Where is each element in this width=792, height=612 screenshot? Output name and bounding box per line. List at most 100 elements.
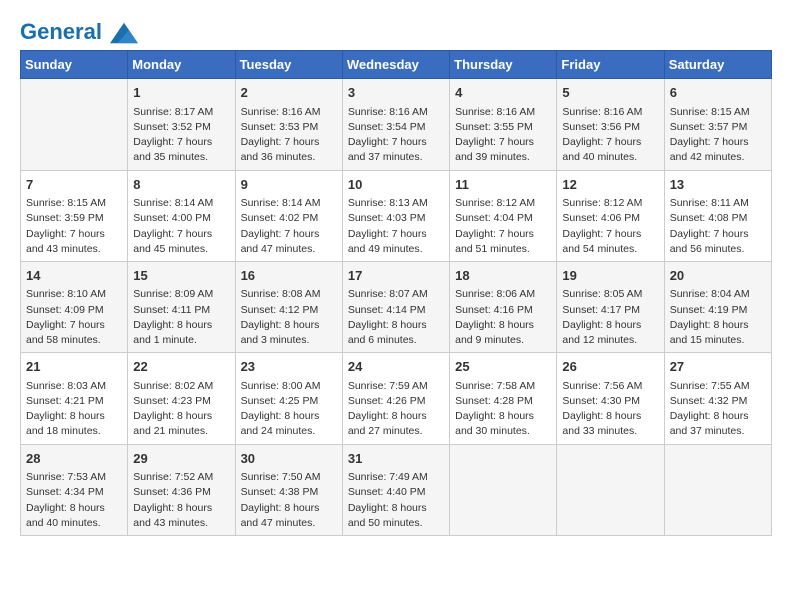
day-number: 23 [241,357,337,377]
day-info: Sunrise: 7:58 AMSunset: 4:28 PMDaylight:… [455,379,551,440]
calendar-cell: 9Sunrise: 8:14 AMSunset: 4:02 PMDaylight… [235,170,342,261]
calendar-cell: 5Sunrise: 8:16 AMSunset: 3:56 PMDaylight… [557,79,664,170]
day-number: 13 [670,175,766,195]
day-number: 11 [455,175,551,195]
calendar-cell: 3Sunrise: 8:16 AMSunset: 3:54 PMDaylight… [342,79,449,170]
day-info: Sunrise: 8:00 AMSunset: 4:25 PMDaylight:… [241,379,337,440]
calendar-cell: 22Sunrise: 8:02 AMSunset: 4:23 PMDayligh… [128,353,235,444]
day-number: 4 [455,83,551,103]
day-number: 2 [241,83,337,103]
day-info: Sunrise: 8:14 AMSunset: 4:02 PMDaylight:… [241,196,337,257]
page-header: General [20,20,772,40]
calendar-cell: 15Sunrise: 8:09 AMSunset: 4:11 PMDayligh… [128,261,235,352]
calendar-cell: 1Sunrise: 8:17 AMSunset: 3:52 PMDaylight… [128,79,235,170]
calendar-cell: 17Sunrise: 8:07 AMSunset: 4:14 PMDayligh… [342,261,449,352]
day-info: Sunrise: 7:50 AMSunset: 4:38 PMDaylight:… [241,470,337,531]
calendar-table: SundayMondayTuesdayWednesdayThursdayFrid… [20,50,772,536]
day-info: Sunrise: 7:53 AMSunset: 4:34 PMDaylight:… [26,470,122,531]
day-number: 21 [26,357,122,377]
day-info: Sunrise: 8:15 AMSunset: 3:59 PMDaylight:… [26,196,122,257]
day-info: Sunrise: 8:16 AMSunset: 3:54 PMDaylight:… [348,105,444,166]
calendar-cell: 16Sunrise: 8:08 AMSunset: 4:12 PMDayligh… [235,261,342,352]
day-number: 19 [562,266,658,286]
week-row-5: 28Sunrise: 7:53 AMSunset: 4:34 PMDayligh… [21,444,772,535]
day-number: 29 [133,449,229,469]
week-row-4: 21Sunrise: 8:03 AMSunset: 4:21 PMDayligh… [21,353,772,444]
day-info: Sunrise: 7:59 AMSunset: 4:26 PMDaylight:… [348,379,444,440]
calendar-cell: 21Sunrise: 8:03 AMSunset: 4:21 PMDayligh… [21,353,128,444]
calendar-cell: 26Sunrise: 7:56 AMSunset: 4:30 PMDayligh… [557,353,664,444]
calendar-cell: 28Sunrise: 7:53 AMSunset: 4:34 PMDayligh… [21,444,128,535]
calendar-cell: 7Sunrise: 8:15 AMSunset: 3:59 PMDaylight… [21,170,128,261]
day-number: 26 [562,357,658,377]
day-info: Sunrise: 8:14 AMSunset: 4:00 PMDaylight:… [133,196,229,257]
calendar-cell: 24Sunrise: 7:59 AMSunset: 4:26 PMDayligh… [342,353,449,444]
day-number: 1 [133,83,229,103]
calendar-cell: 6Sunrise: 8:15 AMSunset: 3:57 PMDaylight… [664,79,771,170]
calendar-cell [557,444,664,535]
day-number: 27 [670,357,766,377]
week-row-2: 7Sunrise: 8:15 AMSunset: 3:59 PMDaylight… [21,170,772,261]
calendar-cell [664,444,771,535]
calendar-cell: 23Sunrise: 8:00 AMSunset: 4:25 PMDayligh… [235,353,342,444]
day-info: Sunrise: 8:13 AMSunset: 4:03 PMDaylight:… [348,196,444,257]
day-info: Sunrise: 7:55 AMSunset: 4:32 PMDaylight:… [670,379,766,440]
day-header-tuesday: Tuesday [235,51,342,79]
logo: General [20,20,138,40]
day-info: Sunrise: 8:10 AMSunset: 4:09 PMDaylight:… [26,287,122,348]
calendar-cell: 25Sunrise: 7:58 AMSunset: 4:28 PMDayligh… [450,353,557,444]
day-number: 18 [455,266,551,286]
calendar-cell: 4Sunrise: 8:16 AMSunset: 3:55 PMDaylight… [450,79,557,170]
day-info: Sunrise: 8:16 AMSunset: 3:53 PMDaylight:… [241,105,337,166]
calendar-cell: 2Sunrise: 8:16 AMSunset: 3:53 PMDaylight… [235,79,342,170]
day-header-monday: Monday [128,51,235,79]
day-info: Sunrise: 8:02 AMSunset: 4:23 PMDaylight:… [133,379,229,440]
day-info: Sunrise: 7:56 AMSunset: 4:30 PMDaylight:… [562,379,658,440]
day-info: Sunrise: 8:15 AMSunset: 3:57 PMDaylight:… [670,105,766,166]
day-number: 15 [133,266,229,286]
day-number: 5 [562,83,658,103]
day-header-sunday: Sunday [21,51,128,79]
calendar-cell: 10Sunrise: 8:13 AMSunset: 4:03 PMDayligh… [342,170,449,261]
day-number: 14 [26,266,122,286]
calendar-cell: 12Sunrise: 8:12 AMSunset: 4:06 PMDayligh… [557,170,664,261]
day-number: 10 [348,175,444,195]
day-number: 30 [241,449,337,469]
day-header-thursday: Thursday [450,51,557,79]
day-number: 3 [348,83,444,103]
day-number: 7 [26,175,122,195]
day-header-friday: Friday [557,51,664,79]
day-info: Sunrise: 8:16 AMSunset: 3:55 PMDaylight:… [455,105,551,166]
calendar-cell: 11Sunrise: 8:12 AMSunset: 4:04 PMDayligh… [450,170,557,261]
day-number: 20 [670,266,766,286]
calendar-cell: 19Sunrise: 8:05 AMSunset: 4:17 PMDayligh… [557,261,664,352]
calendar-cell: 14Sunrise: 8:10 AMSunset: 4:09 PMDayligh… [21,261,128,352]
logo-icon [110,22,138,44]
day-info: Sunrise: 7:52 AMSunset: 4:36 PMDaylight:… [133,470,229,531]
day-number: 31 [348,449,444,469]
day-number: 17 [348,266,444,286]
day-info: Sunrise: 8:04 AMSunset: 4:19 PMDaylight:… [670,287,766,348]
calendar-cell: 8Sunrise: 8:14 AMSunset: 4:00 PMDaylight… [128,170,235,261]
day-info: Sunrise: 8:05 AMSunset: 4:17 PMDaylight:… [562,287,658,348]
day-number: 12 [562,175,658,195]
day-number: 6 [670,83,766,103]
day-info: Sunrise: 8:17 AMSunset: 3:52 PMDaylight:… [133,105,229,166]
day-header-saturday: Saturday [664,51,771,79]
calendar-cell: 31Sunrise: 7:49 AMSunset: 4:40 PMDayligh… [342,444,449,535]
day-number: 8 [133,175,229,195]
calendar-body: 1Sunrise: 8:17 AMSunset: 3:52 PMDaylight… [21,79,772,536]
calendar-cell: 18Sunrise: 8:06 AMSunset: 4:16 PMDayligh… [450,261,557,352]
day-info: Sunrise: 8:03 AMSunset: 4:21 PMDaylight:… [26,379,122,440]
calendar-cell: 27Sunrise: 7:55 AMSunset: 4:32 PMDayligh… [664,353,771,444]
day-info: Sunrise: 8:12 AMSunset: 4:06 PMDaylight:… [562,196,658,257]
day-info: Sunrise: 8:06 AMSunset: 4:16 PMDaylight:… [455,287,551,348]
week-row-3: 14Sunrise: 8:10 AMSunset: 4:09 PMDayligh… [21,261,772,352]
day-number: 22 [133,357,229,377]
day-info: Sunrise: 8:11 AMSunset: 4:08 PMDaylight:… [670,196,766,257]
days-of-week-row: SundayMondayTuesdayWednesdayThursdayFrid… [21,51,772,79]
day-number: 28 [26,449,122,469]
day-info: Sunrise: 8:12 AMSunset: 4:04 PMDaylight:… [455,196,551,257]
day-number: 9 [241,175,337,195]
day-info: Sunrise: 8:16 AMSunset: 3:56 PMDaylight:… [562,105,658,166]
